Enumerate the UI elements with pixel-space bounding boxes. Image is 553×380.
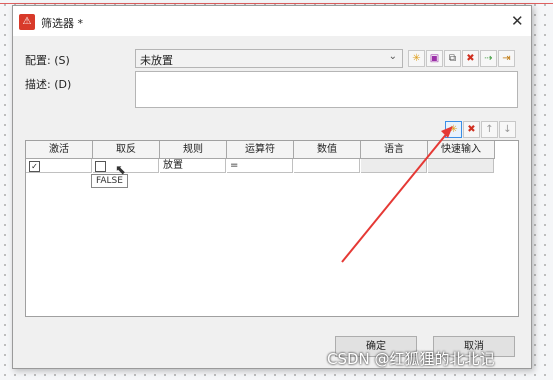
column-header[interactable]: 语言 [361,141,428,159]
chevron-down-icon: ⌄ [388,51,397,62]
cell-active[interactable]: ✓ [26,159,92,173]
copy-config-icon[interactable]: ⧉ [444,50,461,67]
title-bar: ⚠ 筛选器 * ✕ [13,6,531,36]
background-line [0,3,553,4]
description-field[interactable] [135,71,518,108]
new-config-icon[interactable]: ✳ [408,50,425,67]
cell-value[interactable] [294,159,360,173]
config-value: 未放置 [140,54,173,67]
column-header[interactable]: 规则 [160,141,227,159]
config-label: 配置: (S) [25,54,70,67]
close-icon[interactable]: ✕ [511,12,524,30]
cell-rule[interactable]: 放置 [160,159,226,173]
config-dropdown[interactable]: 未放置 ⌄ [135,49,403,68]
active-checkbox[interactable]: ✓ [29,161,40,172]
delete-config-icon[interactable]: ✖ [462,50,479,67]
warning-icon: ⚠ [19,14,35,30]
save-config-icon[interactable]: ▣ [426,50,443,67]
description-label: 描述: (D) [25,78,72,91]
column-header[interactable]: 数值 [294,141,361,159]
column-header[interactable]: 激活 [26,141,93,159]
cell-operator[interactable]: = [227,159,293,173]
cell-language[interactable] [361,159,427,173]
import-config-icon[interactable]: ⇢ [480,50,497,67]
dialog-title: 筛选器 * [41,17,83,30]
mouse-cursor-icon: ⬉ [115,163,126,178]
move-up-icon[interactable]: ↑ [481,121,498,138]
delete-rule-icon[interactable]: ✖ [463,121,480,138]
column-header[interactable]: 运算符 [227,141,294,159]
rules-grid: 激活 取反 规则 运算符 数值 语言 快速输入 ✓ 放置 = [25,140,519,317]
cell-quick-input[interactable] [428,159,494,173]
filter-dialog: ⚠ 筛选器 * ✕ 配置: (S) 未放置 ⌄ ✳ ▣ ⧉ ✖ ⇢ ⇥ 描述: (D) ✳… [12,5,532,369]
invert-checkbox[interactable] [95,161,106,172]
watermark: CSDN @红狐狸的北北记 [327,350,495,368]
export-config-icon[interactable]: ⇥ [498,50,515,67]
column-header[interactable]: 取反 [93,141,160,159]
new-rule-icon[interactable]: ✳ [445,121,462,138]
cell-invert[interactable] [93,159,159,173]
move-down-icon[interactable]: ↓ [499,121,516,138]
column-header[interactable]: 快速输入 [428,141,495,159]
